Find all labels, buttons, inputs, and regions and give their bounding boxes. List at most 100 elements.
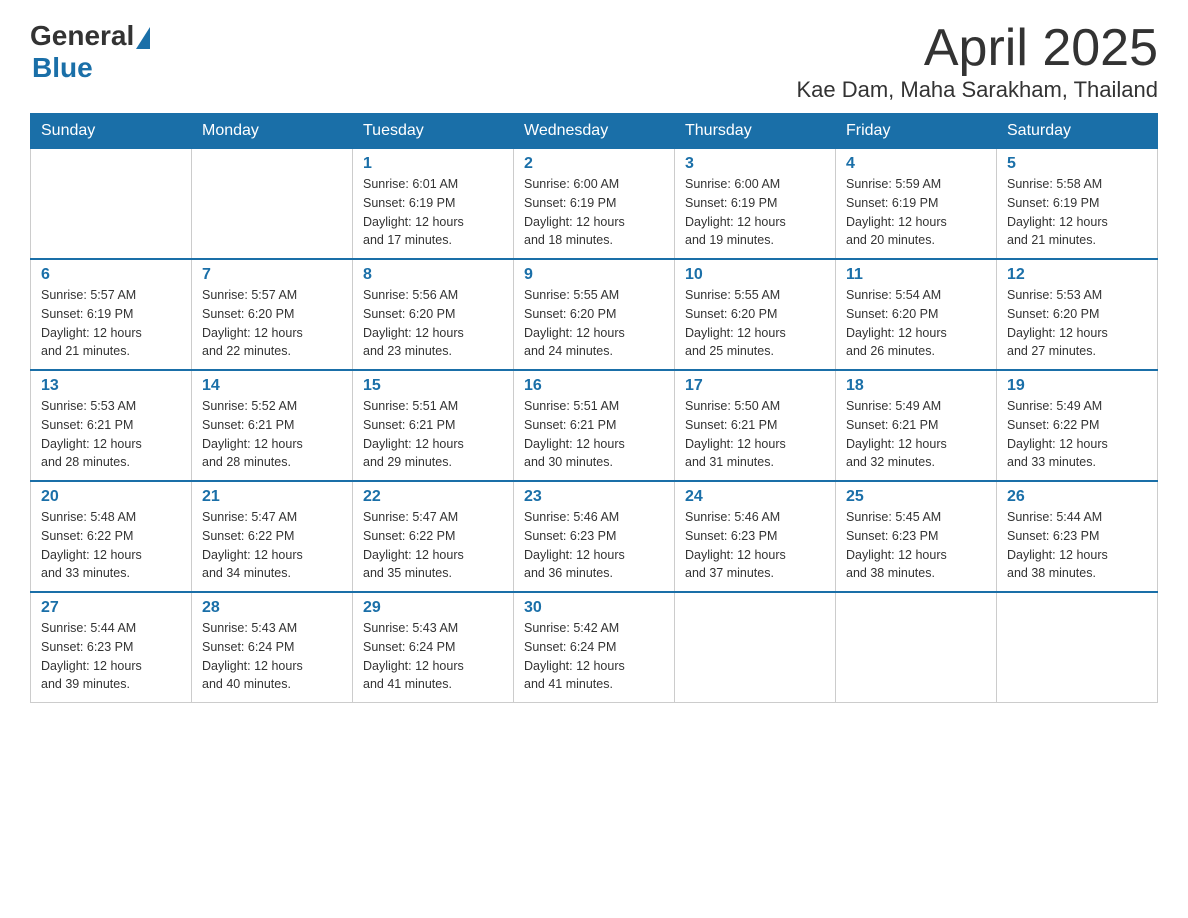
- calendar-cell: 5 Sunrise: 5:58 AM Sunset: 6:19 PM Daylig…: [997, 149, 1158, 260]
- calendar-cell: 4 Sunrise: 5:59 AM Sunset: 6:19 PM Daylig…: [836, 149, 997, 260]
- calendar-cell: 15Sunrise: 5:51 AM Sunset: 6:21 PM Dayli…: [353, 370, 514, 481]
- day-number: 10: [685, 266, 825, 284]
- day-info: Sunrise: 5:53 AM Sunset: 6:20 PM Dayligh…: [1007, 286, 1147, 361]
- calendar-cell: 17Sunrise: 5:50 AM Sunset: 6:21 PM Dayli…: [675, 370, 836, 481]
- calendar-cell: 30 Sunrise: 5:42 AM Sunset: 6:24 PM Dayli…: [514, 592, 675, 703]
- day-info: Sunrise: 5:58 AM Sunset: 6:19 PM Dayligh…: [1007, 175, 1147, 250]
- day-info: Sunrise: 5:43 AM Sunset: 6:24 PM Dayligh…: [363, 619, 503, 694]
- day-number: 11: [846, 266, 986, 284]
- calendar-cell: 1Sunrise: 6:01 AM Sunset: 6:19 PM Daylig…: [353, 149, 514, 260]
- calendar-cell: 20Sunrise: 5:48 AM Sunset: 6:22 PM Dayli…: [31, 481, 192, 592]
- calendar-week-row: 1Sunrise: 6:01 AM Sunset: 6:19 PM Daylig…: [31, 149, 1158, 260]
- day-number: 8: [363, 266, 503, 284]
- calendar-cell: 26 Sunrise: 5:44 AM Sunset: 6:23 PM Dayli…: [997, 481, 1158, 592]
- day-of-week-header: Tuesday: [353, 114, 514, 149]
- day-info: Sunrise: 5:54 AM Sunset: 6:20 PM Dayligh…: [846, 286, 986, 361]
- day-number: 5: [1007, 155, 1147, 173]
- day-info: Sunrise: 6:00 AM Sunset: 6:19 PM Dayligh…: [524, 175, 664, 250]
- day-number: 20: [41, 488, 181, 506]
- day-of-week-header: Thursday: [675, 114, 836, 149]
- day-number: 4: [846, 155, 986, 173]
- day-info: Sunrise: 5:46 AM Sunset: 6:23 PM Dayligh…: [685, 508, 825, 583]
- calendar-cell: 28Sunrise: 5:43 AM Sunset: 6:24 PM Dayli…: [192, 592, 353, 703]
- calendar-week-row: 13 Sunrise: 5:53 AM Sunset: 6:21 PM Dayli…: [31, 370, 1158, 481]
- logo-triangle-icon: [136, 27, 150, 49]
- calendar-cell: 6 Sunrise: 5:57 AM Sunset: 6:19 PM Daylig…: [31, 259, 192, 370]
- day-number: 13: [41, 377, 181, 395]
- day-info: Sunrise: 5:44 AM Sunset: 6:23 PM Dayligh…: [41, 619, 181, 694]
- calendar-cell: 16 Sunrise: 5:51 AM Sunset: 6:21 PM Dayli…: [514, 370, 675, 481]
- day-number: 30: [524, 599, 664, 617]
- day-number: 25: [846, 488, 986, 506]
- day-number: 16: [524, 377, 664, 395]
- logo-blue-text: Blue: [32, 52, 93, 84]
- day-of-week-header: Friday: [836, 114, 997, 149]
- day-info: Sunrise: 5:59 AM Sunset: 6:19 PM Dayligh…: [846, 175, 986, 250]
- calendar-cell: 2Sunrise: 6:00 AM Sunset: 6:19 PM Daylig…: [514, 149, 675, 260]
- day-number: 29: [363, 599, 503, 617]
- day-number: 26: [1007, 488, 1147, 506]
- day-info: Sunrise: 5:57 AM Sunset: 6:20 PM Dayligh…: [202, 286, 342, 361]
- day-info: Sunrise: 5:43 AM Sunset: 6:24 PM Dayligh…: [202, 619, 342, 694]
- calendar-cell: 7 Sunrise: 5:57 AM Sunset: 6:20 PM Daylig…: [192, 259, 353, 370]
- calendar-cell: 8Sunrise: 5:56 AM Sunset: 6:20 PM Daylig…: [353, 259, 514, 370]
- day-info: Sunrise: 5:42 AM Sunset: 6:24 PM Dayligh…: [524, 619, 664, 694]
- calendar-cell: 3 Sunrise: 6:00 AM Sunset: 6:19 PM Daylig…: [675, 149, 836, 260]
- calendar-header-row: SundayMondayTuesdayWednesdayThursdayFrid…: [31, 114, 1158, 149]
- calendar-cell: [997, 592, 1158, 703]
- day-number: 7: [202, 266, 342, 284]
- day-of-week-header: Sunday: [31, 114, 192, 149]
- calendar-cell: 9 Sunrise: 5:55 AM Sunset: 6:20 PM Daylig…: [514, 259, 675, 370]
- calendar-cell: 23Sunrise: 5:46 AM Sunset: 6:23 PM Dayli…: [514, 481, 675, 592]
- calendar-cell: 25 Sunrise: 5:45 AM Sunset: 6:23 PM Dayli…: [836, 481, 997, 592]
- month-title: April 2025: [796, 20, 1158, 77]
- calendar-cell: 19 Sunrise: 5:49 AM Sunset: 6:22 PM Dayli…: [997, 370, 1158, 481]
- day-info: Sunrise: 5:53 AM Sunset: 6:21 PM Dayligh…: [41, 397, 181, 472]
- day-number: 6: [41, 266, 181, 284]
- day-info: Sunrise: 5:49 AM Sunset: 6:22 PM Dayligh…: [1007, 397, 1147, 472]
- calendar-cell: 29 Sunrise: 5:43 AM Sunset: 6:24 PM Dayli…: [353, 592, 514, 703]
- calendar-cell: [31, 149, 192, 260]
- title-section: April 2025 Kae Dam, Maha Sarakham, Thail…: [796, 20, 1158, 103]
- day-info: Sunrise: 5:46 AM Sunset: 6:23 PM Dayligh…: [524, 508, 664, 583]
- calendar-cell: 10 Sunrise: 5:55 AM Sunset: 6:20 PM Dayli…: [675, 259, 836, 370]
- day-number: 18: [846, 377, 986, 395]
- day-info: Sunrise: 5:51 AM Sunset: 6:21 PM Dayligh…: [524, 397, 664, 472]
- calendar-cell: 22Sunrise: 5:47 AM Sunset: 6:22 PM Dayli…: [353, 481, 514, 592]
- day-info: Sunrise: 5:45 AM Sunset: 6:23 PM Dayligh…: [846, 508, 986, 583]
- logo: General Blue: [30, 20, 150, 84]
- day-number: 24: [685, 488, 825, 506]
- calendar-cell: 11 Sunrise: 5:54 AM Sunset: 6:20 PM Dayli…: [836, 259, 997, 370]
- day-info: Sunrise: 5:55 AM Sunset: 6:20 PM Dayligh…: [685, 286, 825, 361]
- calendar-cell: 21Sunrise: 5:47 AM Sunset: 6:22 PM Dayli…: [192, 481, 353, 592]
- day-number: 19: [1007, 377, 1147, 395]
- calendar-cell: [192, 149, 353, 260]
- day-number: 15: [363, 377, 503, 395]
- calendar-cell: 12Sunrise: 5:53 AM Sunset: 6:20 PM Dayli…: [997, 259, 1158, 370]
- day-number: 22: [363, 488, 503, 506]
- day-info: Sunrise: 5:44 AM Sunset: 6:23 PM Dayligh…: [1007, 508, 1147, 583]
- calendar-cell: 13 Sunrise: 5:53 AM Sunset: 6:21 PM Dayli…: [31, 370, 192, 481]
- calendar-cell: 27 Sunrise: 5:44 AM Sunset: 6:23 PM Dayli…: [31, 592, 192, 703]
- day-number: 1: [363, 155, 503, 173]
- day-number: 14: [202, 377, 342, 395]
- calendar-cell: [836, 592, 997, 703]
- day-info: Sunrise: 5:47 AM Sunset: 6:22 PM Dayligh…: [202, 508, 342, 583]
- day-number: 9: [524, 266, 664, 284]
- day-info: Sunrise: 5:57 AM Sunset: 6:19 PM Dayligh…: [41, 286, 181, 361]
- day-of-week-header: Wednesday: [514, 114, 675, 149]
- day-number: 27: [41, 599, 181, 617]
- day-number: 3: [685, 155, 825, 173]
- page-header: General Blue April 2025 Kae Dam, Maha Sa…: [30, 20, 1158, 103]
- day-info: Sunrise: 5:49 AM Sunset: 6:21 PM Dayligh…: [846, 397, 986, 472]
- day-of-week-header: Saturday: [997, 114, 1158, 149]
- calendar-cell: 24 Sunrise: 5:46 AM Sunset: 6:23 PM Dayli…: [675, 481, 836, 592]
- calendar-cell: [675, 592, 836, 703]
- location-title: Kae Dam, Maha Sarakham, Thailand: [796, 77, 1158, 103]
- calendar-week-row: 6 Sunrise: 5:57 AM Sunset: 6:19 PM Daylig…: [31, 259, 1158, 370]
- day-info: Sunrise: 6:00 AM Sunset: 6:19 PM Dayligh…: [685, 175, 825, 250]
- day-info: Sunrise: 5:55 AM Sunset: 6:20 PM Dayligh…: [524, 286, 664, 361]
- day-of-week-header: Monday: [192, 114, 353, 149]
- calendar-cell: 18 Sunrise: 5:49 AM Sunset: 6:21 PM Dayli…: [836, 370, 997, 481]
- calendar-cell: 14Sunrise: 5:52 AM Sunset: 6:21 PM Dayli…: [192, 370, 353, 481]
